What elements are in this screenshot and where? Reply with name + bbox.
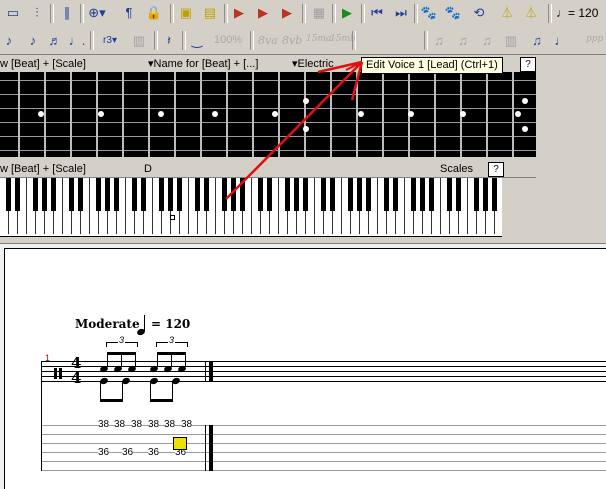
annotation-arrow — [225, 60, 364, 200]
